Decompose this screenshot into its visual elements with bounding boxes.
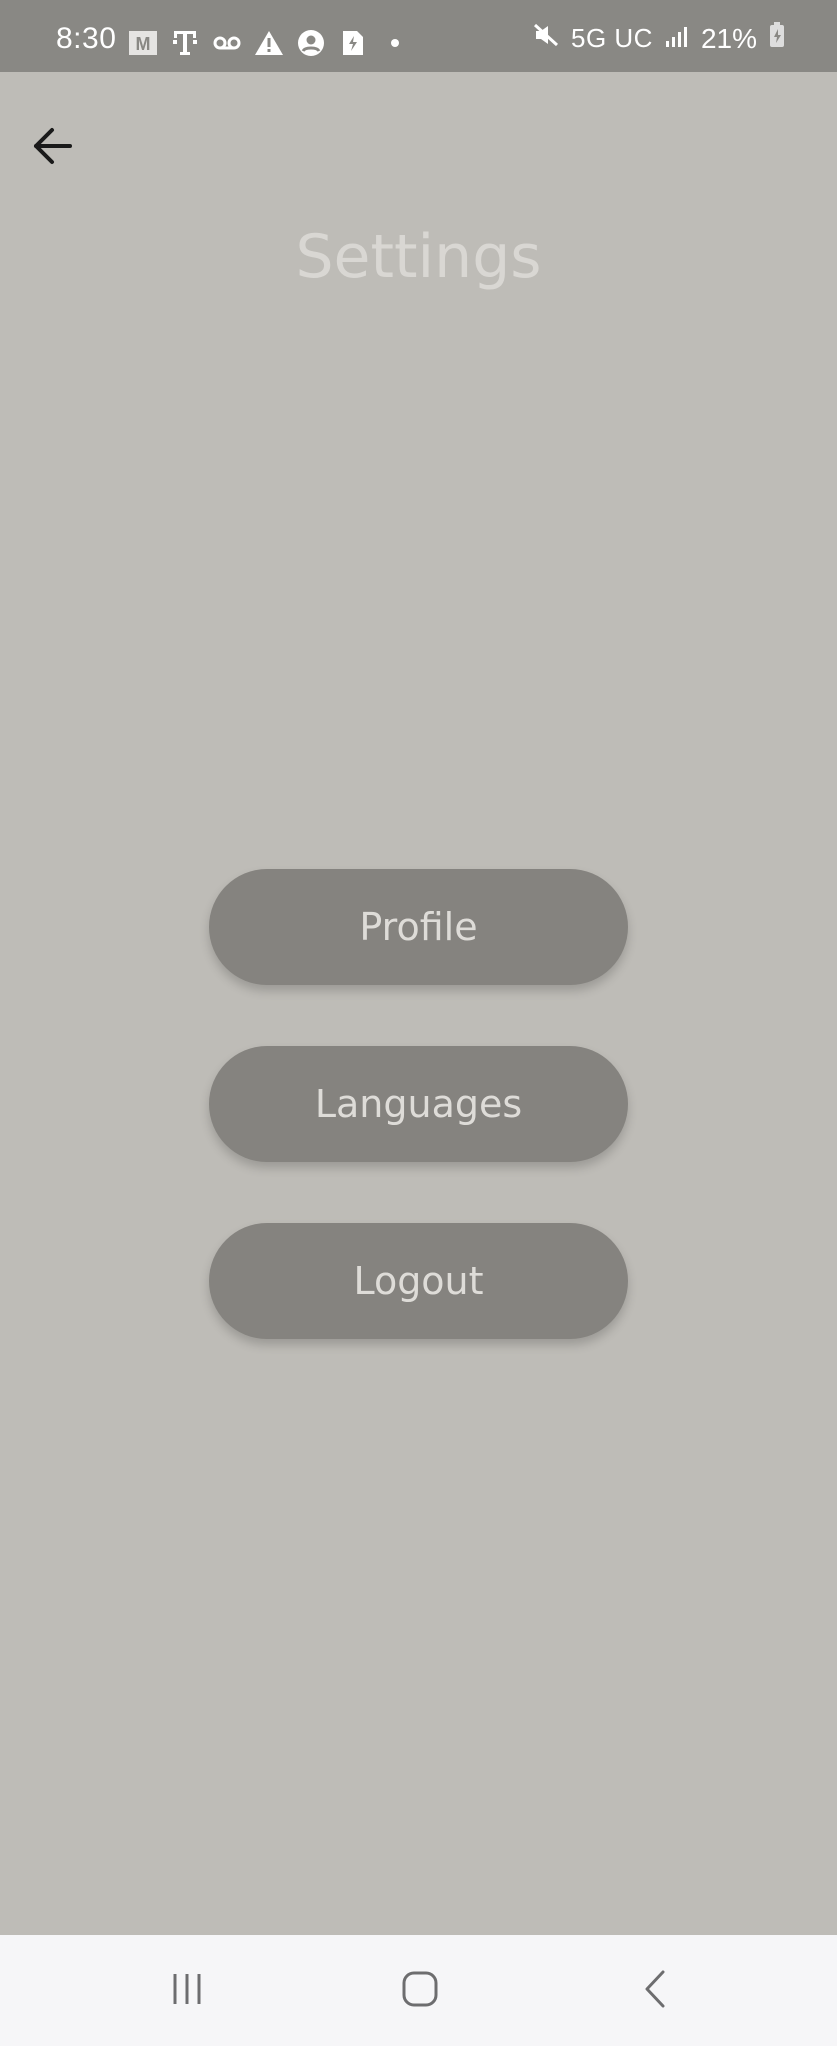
navigation-bar: [0, 1935, 837, 2046]
warning-icon: [254, 28, 284, 58]
status-system-indicators: 5G UC 21%: [533, 22, 785, 55]
home-button[interactable]: [388, 1959, 452, 2023]
page-title: Settings: [295, 222, 542, 292]
battery-icon: [769, 22, 785, 55]
home-icon: [400, 1969, 440, 2014]
battery-percentage: 21%: [700, 22, 757, 54]
account-icon: [296, 28, 326, 58]
arrow-left-icon: [30, 126, 74, 171]
back-icon: [641, 1969, 671, 2014]
recents-icon: [167, 1971, 207, 2012]
svg-text:M: M: [136, 34, 151, 54]
tmobile-icon: [170, 28, 200, 58]
network-type: 5G UC: [570, 23, 653, 53]
recents-button[interactable]: [155, 1959, 219, 2023]
status-bar: 8:30 M 5G UC 21%: [0, 0, 837, 72]
system-back-button[interactable]: [624, 1959, 688, 2023]
dot-icon: [380, 28, 410, 58]
signal-icon: [665, 23, 689, 55]
mute-icon: [533, 22, 559, 55]
status-notification-icons: M: [128, 28, 410, 58]
logout-button[interactable]: Logout: [209, 1223, 628, 1339]
profile-button[interactable]: Profile: [209, 869, 628, 985]
back-button[interactable]: [26, 122, 78, 174]
sim-icon: [338, 28, 368, 58]
voicemail-icon: [212, 28, 242, 58]
status-time: 8:30: [56, 22, 117, 55]
languages-button[interactable]: Languages: [209, 1046, 628, 1162]
gmail-icon: M: [128, 28, 158, 58]
